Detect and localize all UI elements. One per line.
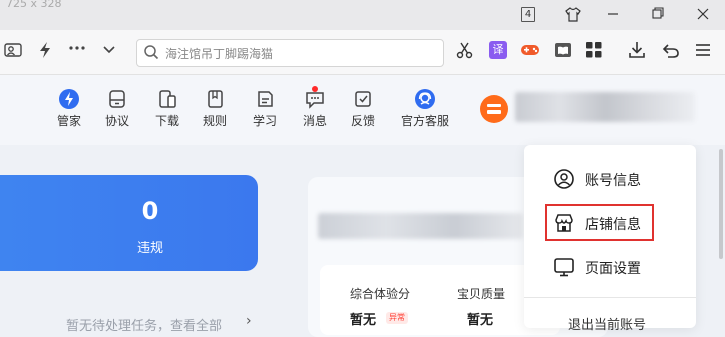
address-search-bar[interactable]: 海注馆吊丁脚踢海猫 — [136, 39, 444, 67]
phone-download-icon — [156, 88, 178, 110]
violation-card[interactable]: 0 违规 — [0, 175, 258, 271]
feedback-icon — [352, 88, 374, 110]
menu-label: 页面设置 — [585, 261, 641, 277]
close-icon[interactable] — [697, 7, 709, 24]
more-icon[interactable] — [68, 38, 86, 61]
nav-item-xieyi[interactable]: 协议 — [95, 88, 139, 129]
nav-item-xuexi[interactable]: 学习 — [243, 88, 287, 129]
scrollbar[interactable] — [717, 145, 725, 328]
nav-label: 规则 — [202, 114, 227, 128]
user-icon — [553, 168, 575, 190]
avatar[interactable] — [480, 95, 508, 123]
apps-grid-icon[interactable] — [585, 41, 603, 59]
lightning-icon[interactable] — [38, 41, 52, 64]
nav-label: 管家 — [56, 114, 81, 128]
score-value: 暂无 — [467, 313, 494, 328]
account-name-redacted[interactable] — [515, 92, 695, 122]
divider — [524, 297, 696, 298]
logout-button[interactable]: 退出当前账号 — [568, 314, 646, 333]
nav-item-kefu[interactable]: 官方客服 — [396, 88, 454, 129]
customer-service-icon — [414, 88, 436, 110]
violation-label: 违规 — [136, 241, 163, 256]
score-label: 宝贝质量 — [457, 287, 506, 301]
scissors-icon[interactable] — [456, 41, 474, 59]
shield-lightning-icon — [58, 88, 80, 110]
nav-label: 消息 — [302, 114, 327, 128]
dimension-label: 725 x 328 — [6, 0, 62, 10]
translate-icon[interactable]: 译 — [489, 41, 507, 59]
nav-item-xiazai[interactable]: 下载 — [145, 88, 189, 129]
nav-label: 下载 — [154, 114, 179, 128]
score-label: 综合体验分 — [350, 287, 411, 301]
tab-count-badge[interactable]: 4 — [521, 7, 535, 22]
book-icon — [204, 88, 226, 110]
chevron-down-icon[interactable] — [102, 41, 116, 64]
nav-item-xiaoxi[interactable]: 消息 — [293, 86, 337, 129]
study-icon — [254, 88, 276, 110]
user-card-icon[interactable] — [4, 41, 22, 64]
title-bar: 725 x 328 4 — [0, 0, 725, 30]
reader-icon[interactable] — [554, 41, 572, 59]
gamepad-icon[interactable] — [520, 41, 539, 59]
status-badge: 异常 — [386, 312, 408, 324]
menu-icon[interactable] — [694, 41, 712, 59]
shop-name-redacted — [318, 213, 523, 239]
undo-icon[interactable] — [662, 41, 680, 59]
nav-label: 官方客服 — [400, 114, 449, 128]
nav-item-guize[interactable]: 规则 — [193, 88, 237, 129]
document-icon — [106, 88, 128, 110]
minimize-icon[interactable] — [607, 7, 619, 24]
task-hint[interactable]: 暂无待处理任务，查看全部 — [66, 315, 222, 334]
highlight-box — [545, 204, 654, 241]
browser-toolbar: 海注馆吊丁脚踢海猫 译 — [0, 30, 725, 75]
search-icon — [143, 43, 159, 65]
score-value: 暂无 — [350, 313, 377, 328]
monitor-icon — [553, 256, 575, 278]
menu-label: 账号信息 — [585, 173, 641, 189]
search-placeholder: 海注馆吊丁脚踢海猫 — [165, 47, 274, 61]
violation-count: 0 — [141, 197, 159, 225]
message-icon — [304, 86, 326, 110]
shirt-icon[interactable] — [565, 7, 581, 25]
nav-label: 协议 — [104, 114, 129, 128]
nav-item-guanjia[interactable]: 管家 — [47, 88, 91, 129]
restore-icon[interactable] — [652, 7, 664, 24]
notification-dot — [312, 86, 318, 92]
chevron-right-icon[interactable]: › — [246, 313, 252, 329]
scrollbar-thumb[interactable] — [719, 149, 723, 259]
download-icon[interactable] — [628, 41, 646, 59]
nav-label: 反馈 — [350, 114, 375, 128]
nav-item-fankui[interactable]: 反馈 — [341, 88, 385, 129]
nav-label: 学习 — [252, 114, 277, 128]
